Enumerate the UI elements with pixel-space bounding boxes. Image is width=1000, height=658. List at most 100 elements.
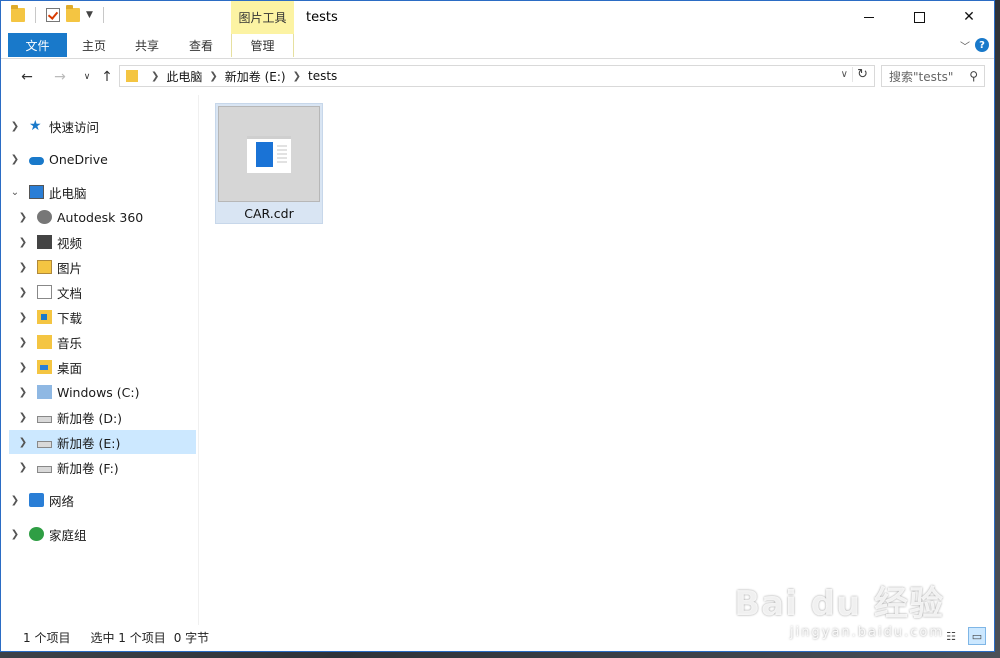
sidebar-item[interactable]: ❯ 音乐 xyxy=(9,330,196,354)
chevron-right-icon[interactable]: ❯ xyxy=(9,495,21,506)
sidebar-item[interactable]: ❯ 新加卷 (D:) xyxy=(9,405,196,429)
chevron-right-icon[interactable]: ❯ xyxy=(17,262,29,273)
sidebar-item-label: 家庭组 xyxy=(49,527,87,543)
minimize-icon xyxy=(864,16,874,18)
file-thumbnail xyxy=(218,106,320,202)
tab-share[interactable]: 共享 xyxy=(126,33,168,57)
help-icon[interactable]: ? xyxy=(975,38,989,52)
star-icon: ★ xyxy=(29,118,42,134)
sidebar-item-label: 网络 xyxy=(49,493,75,509)
chevron-right-icon[interactable]: ❯ xyxy=(17,237,29,248)
tab-view[interactable]: 查看 xyxy=(180,33,222,57)
sidebar-item[interactable]: ❯ OneDrive xyxy=(9,147,196,171)
chevron-right-icon[interactable]: ❯ xyxy=(17,362,29,373)
sidebar-item[interactable]: ❯ ★ 快速访问 xyxy=(9,114,196,138)
sidebar-item-label: 视频 xyxy=(57,235,83,251)
chevron-down-icon[interactable]: ⌄ xyxy=(9,187,21,198)
selection-count: 选中 1 个项目 xyxy=(90,630,166,645)
file-list: CAR.cdr xyxy=(199,95,994,625)
sidebar-item[interactable]: ⌄ 此电脑 xyxy=(9,180,196,204)
sidebar-item-label: 下载 xyxy=(57,310,83,326)
minimize-button[interactable] xyxy=(844,1,894,33)
chevron-right-icon[interactable]: ❯ xyxy=(17,312,29,323)
folder-icon xyxy=(11,5,25,22)
sidebar-item-label: 新加卷 (D:) xyxy=(57,410,123,426)
sidebar-item[interactable]: ❯ 新加卷 (E:) xyxy=(9,430,196,454)
sidebar-item[interactable]: ❯ 视频 xyxy=(9,230,196,254)
search-icon[interactable]: ⚲ xyxy=(969,69,978,83)
sidebar-item[interactable]: ❯ 文档 xyxy=(9,280,196,304)
breadcrumb: ❯ 此电脑 ❯ 新加卷 (E:) ❯ tests xyxy=(144,68,337,85)
tab-manage[interactable]: 管理 xyxy=(231,32,294,57)
close-icon: ✕ xyxy=(963,9,975,25)
chevron-right-icon[interactable]: ❯ xyxy=(17,437,29,448)
autodesk-icon xyxy=(37,210,52,224)
breadcrumb-item[interactable]: tests xyxy=(308,69,337,83)
music-folder-icon xyxy=(37,335,52,349)
navigation-pane: ❯ ★ 快速访问 ❯ OneDrive ⌄ 此电脑 ❯ Autodesk 360 ❯ 视频 ❯ 图片 ❯ 文… xyxy=(1,95,199,625)
chevron-right-icon[interactable]: ❯ xyxy=(209,71,217,82)
chevron-right-icon[interactable]: ❯ xyxy=(17,412,29,423)
tab-home[interactable]: 主页 xyxy=(73,33,115,57)
documents-folder-icon xyxy=(37,285,52,299)
chevron-right-icon[interactable]: ❯ xyxy=(17,387,29,398)
sidebar-item-label: OneDrive xyxy=(49,151,108,167)
recent-locations-button[interactable]: ∨ xyxy=(77,67,97,87)
search-input[interactable]: 搜索"tests" ⚲ xyxy=(881,65,985,87)
sidebar-item-label: 新加卷 (E:) xyxy=(57,435,121,451)
large-icons-view-button[interactable]: ▭ xyxy=(968,627,986,645)
sidebar-item[interactable]: ❯ 家庭组 xyxy=(9,522,196,546)
sidebar-item-label: 快速访问 xyxy=(49,119,100,135)
toolbar-divider xyxy=(35,7,36,23)
file-explorer-window: ▼ 图片工具 tests ✕ 文件 主页 共享 查看 管理 ﹀ ? ← → ∨ … xyxy=(0,0,995,652)
address-bar[interactable]: ❯ 此电脑 ❯ 新加卷 (E:) ❯ tests ∨ ↻ xyxy=(119,65,875,87)
baidu-watermark: Bai du 经验 jingyan.baidu.com xyxy=(734,576,944,640)
video-folder-icon xyxy=(37,235,52,249)
coreldraw-file-icon xyxy=(247,135,291,173)
desktop-folder-icon xyxy=(37,360,52,374)
network-icon xyxy=(29,493,44,507)
sidebar-item[interactable]: ❯ 新加卷 (F:) xyxy=(9,455,196,479)
drive-icon xyxy=(37,441,52,448)
properties-icon[interactable] xyxy=(46,8,60,22)
chevron-right-icon[interactable]: ❯ xyxy=(9,121,21,132)
sidebar-item[interactable]: ❯ 网络 xyxy=(9,488,196,512)
windows-drive-icon xyxy=(37,385,52,399)
sidebar-item-label: 音乐 xyxy=(57,335,83,351)
chevron-right-icon[interactable]: ❯ xyxy=(9,154,21,165)
chevron-right-icon[interactable]: ❯ xyxy=(151,71,159,82)
up-button[interactable]: ↑ xyxy=(97,67,117,87)
sidebar-item[interactable]: ❯ 图片 xyxy=(9,255,196,279)
close-button[interactable]: ✕ xyxy=(944,1,994,33)
details-view-button[interactable]: ☷ xyxy=(942,627,960,645)
chevron-right-icon[interactable]: ❯ xyxy=(17,287,29,298)
ribbon-tabs: 文件 主页 共享 查看 管理 ﹀ ? xyxy=(1,32,994,59)
chevron-right-icon[interactable]: ❯ xyxy=(17,337,29,348)
sidebar-item[interactable]: ❯ Windows (C:) xyxy=(9,380,196,404)
sidebar-item[interactable]: ❯ Autodesk 360 xyxy=(9,205,196,229)
tab-file[interactable]: 文件 xyxy=(8,33,67,57)
sidebar-item-label: 此电脑 xyxy=(49,185,87,201)
chevron-right-icon[interactable]: ❯ xyxy=(9,529,21,540)
title-bar: ▼ 图片工具 tests ✕ xyxy=(1,1,994,33)
back-button[interactable]: ← xyxy=(17,67,37,87)
chevron-down-icon[interactable]: ∨ xyxy=(841,69,848,80)
watermark-brand: Bai du 经验 xyxy=(734,584,944,624)
chevron-right-icon[interactable]: ❯ xyxy=(17,462,29,473)
sidebar-item[interactable]: ❯ 下载 xyxy=(9,305,196,329)
chevron-right-icon[interactable]: ❯ xyxy=(17,212,29,223)
sidebar-item-label: Windows (C:) xyxy=(57,384,140,400)
breadcrumb-item[interactable]: 此电脑 xyxy=(166,68,202,85)
selection-size: 0 字节 xyxy=(173,630,210,645)
breadcrumb-item[interactable]: 新加卷 (E:) xyxy=(225,68,286,85)
chevron-right-icon[interactable]: ❯ xyxy=(293,71,301,82)
expand-ribbon-icon[interactable]: ﹀ xyxy=(960,38,970,53)
new-folder-icon[interactable] xyxy=(66,5,80,22)
forward-button[interactable]: → xyxy=(50,67,70,87)
quick-access-toolbar: ▼ xyxy=(11,5,108,23)
customize-toolbar-icon[interactable]: ▼ xyxy=(86,10,93,20)
file-item[interactable]: CAR.cdr xyxy=(215,103,323,224)
sidebar-item[interactable]: ❯ 桌面 xyxy=(9,355,196,379)
refresh-icon[interactable]: ↻ xyxy=(852,67,868,82)
maximize-button[interactable] xyxy=(894,1,944,33)
